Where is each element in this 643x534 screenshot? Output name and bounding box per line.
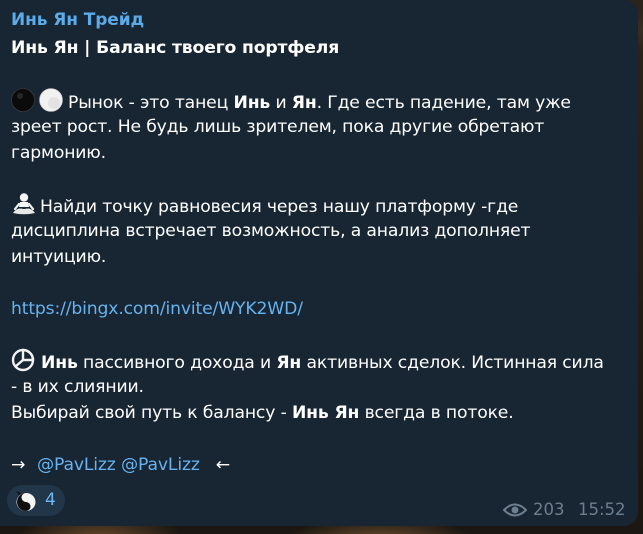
- mention-link[interactable]: @PavLizz: [37, 455, 116, 475]
- reaction-chip[interactable]: 4: [7, 485, 65, 516]
- referral-link[interactable]: https://bingx.com/invite/WYK2WD/: [11, 296, 303, 322]
- eye-icon: [502, 502, 528, 522]
- message-bubble[interactable]: Инь Ян Трейд Инь Ян | Баланс твоего порт…: [0, 0, 638, 526]
- reaction-count: 4: [45, 490, 56, 510]
- paragraph-2-line-3: интуицию.: [11, 247, 107, 267]
- paragraph-1-line-3: гармонию.: [11, 143, 106, 163]
- message-title: Инь Ян | Баланс твоего портфеля: [11, 38, 340, 58]
- paragraph-2-line-2: дисциплина встречает возможность, а анал…: [11, 221, 531, 241]
- arrow-right-icon: →: [11, 455, 26, 475]
- arrow-left-icon: ←: [215, 455, 230, 475]
- yin-yang-emoji-icon: [14, 489, 38, 517]
- sender-name[interactable]: Инь Ян Трейд: [11, 10, 144, 30]
- paragraph-3-line-3: Выбирай свой путь к балансу - Инь Ян все…: [11, 403, 514, 423]
- mentions-line: → @PavLizz @PavLizz ←: [11, 452, 230, 478]
- paragraph-1-line-2: зреет рост. Не будь лишь зрителем, пока …: [11, 117, 545, 137]
- message-time: 15:52: [578, 500, 626, 519]
- views-count: 203: [533, 500, 565, 519]
- paragraph-3-line-2: - в их слиянии.: [11, 377, 144, 397]
- mention-link[interactable]: @PavLizz: [121, 455, 200, 475]
